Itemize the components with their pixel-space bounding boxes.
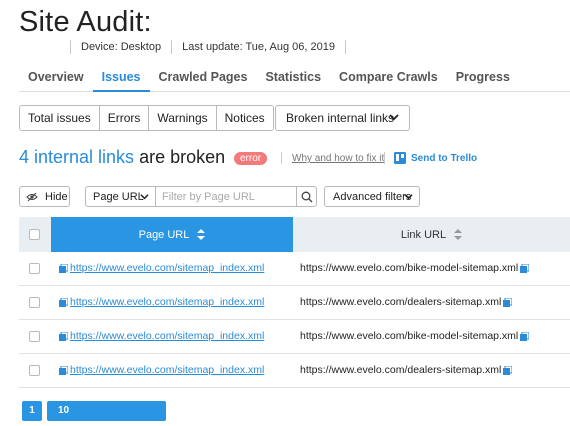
column-header-label: Page URL: [138, 228, 190, 241]
link-url-text: https://www.evelo.com/bike-model-sitemap…: [300, 330, 519, 342]
issue-headline: 4 internal links are broken: [19, 147, 225, 168]
device-label: Device: Desktop: [81, 41, 162, 53]
link-url-cell: https://www.evelo.com/dealers-sitemap.xm…: [300, 296, 513, 308]
external-link-icon[interactable]: [59, 331, 68, 341]
row-checkbox[interactable]: [29, 331, 40, 342]
tab-progress[interactable]: Progress: [447, 62, 519, 92]
last-update-label: Last update: Tue, Aug 06, 2019: [182, 41, 335, 53]
sort-icon: [454, 229, 463, 240]
search-icon: [301, 191, 313, 203]
page-url-link[interactable]: https://www.evelo.com/sitemap_index.xml: [70, 330, 264, 342]
page-url-link[interactable]: https://www.evelo.com/sitemap_index.xml: [70, 262, 264, 274]
advanced-filters-dropdown[interactable]: Advanced filters: [324, 186, 420, 207]
chevron-down-icon: [140, 194, 149, 200]
field-select-value: Page URL: [93, 190, 144, 203]
divider: [345, 40, 346, 54]
select-all-cell: [19, 217, 51, 252]
tab-bar: Overview Issues Crawled Pages Statistics…: [19, 62, 570, 92]
link-url-text: https://www.evelo.com/dealers-sitemap.xm…: [300, 296, 502, 308]
page-url-cell: https://www.evelo.com/sitemap_index.xml: [59, 296, 264, 308]
page-number-button[interactable]: 1: [22, 401, 42, 421]
total-issues-button[interactable]: Total issues: [20, 106, 100, 130]
why-fix-link[interactable]: Why and how to fix it: [292, 153, 384, 164]
errors-button[interactable]: Errors: [99, 106, 150, 130]
column-header-link-url[interactable]: Link URL: [293, 217, 570, 252]
trello-icon[interactable]: [394, 152, 406, 164]
tab-issues[interactable]: Issues: [92, 62, 150, 92]
tab-overview[interactable]: Overview: [19, 62, 93, 92]
per-page-select[interactable]: 10: [47, 401, 166, 421]
tab-crawled-pages[interactable]: Crawled Pages: [150, 62, 257, 92]
filter-input[interactable]: [155, 186, 297, 207]
select-all-checkbox[interactable]: [29, 229, 40, 240]
external-link-icon[interactable]: [520, 331, 530, 341]
issue-count-link[interactable]: 4 internal links: [19, 147, 134, 167]
link-url-text: https://www.evelo.com/bike-model-sitemap…: [300, 262, 519, 274]
link-url-cell: https://www.evelo.com/bike-model-sitemap…: [300, 262, 530, 274]
chevron-down-icon: [404, 194, 413, 200]
row-checkbox[interactable]: [29, 263, 40, 274]
hide-button[interactable]: Hide: [19, 186, 70, 207]
external-link-icon[interactable]: [59, 263, 68, 273]
page-url-link[interactable]: https://www.evelo.com/sitemap_index.xml: [70, 364, 264, 376]
audit-meta: Device: Desktop Last update: Tue, Aug 06…: [70, 39, 346, 55]
issue-headline-text: are broken: [134, 147, 226, 167]
sort-icon: [197, 229, 206, 240]
external-link-icon[interactable]: [520, 263, 530, 273]
external-link-icon[interactable]: [59, 365, 68, 375]
issue-select[interactable]: Broken internal links: [275, 105, 410, 131]
search-button[interactable]: [296, 186, 317, 207]
page-url-link[interactable]: https://www.evelo.com/sitemap_index.xml: [70, 296, 264, 308]
status-badge: error: [234, 152, 268, 165]
tab-compare-crawls[interactable]: Compare Crawls: [330, 62, 447, 92]
table-row: https://www.evelo.com/sitemap_index.xml …: [19, 286, 570, 320]
link-url-cell: https://www.evelo.com/dealers-sitemap.xm…: [300, 364, 513, 376]
divider: [281, 152, 282, 164]
advanced-filters-label: Advanced filters: [333, 190, 412, 203]
external-link-icon[interactable]: [59, 297, 68, 307]
column-header-label: Link URL: [400, 228, 447, 241]
page-url-cell: https://www.evelo.com/sitemap_index.xml: [59, 262, 264, 274]
field-select[interactable]: Page URL: [85, 186, 156, 207]
page-url-cell: https://www.evelo.com/sitemap_index.xml: [59, 330, 264, 342]
external-link-icon[interactable]: [503, 365, 513, 375]
page-url-cell: https://www.evelo.com/sitemap_index.xml: [59, 364, 264, 376]
warnings-button[interactable]: Warnings: [149, 106, 217, 130]
eye-off-icon: [26, 192, 38, 201]
table-row: https://www.evelo.com/sitemap_index.xml …: [19, 354, 570, 388]
chevron-down-icon: [389, 114, 399, 121]
row-checkbox[interactable]: [29, 365, 40, 376]
tab-statistics[interactable]: Statistics: [256, 62, 330, 92]
link-url-cell: https://www.evelo.com/bike-model-sitemap…: [300, 330, 530, 342]
table-row: https://www.evelo.com/sitemap_index.xml …: [19, 320, 570, 354]
send-to-trello-link[interactable]: Send to Trello: [411, 153, 477, 164]
row-checkbox[interactable]: [29, 297, 40, 308]
notices-button[interactable]: Notices: [216, 106, 273, 130]
page-title: Site Audit:: [19, 6, 152, 38]
issue-select-value: Broken internal links: [286, 111, 395, 125]
table-header: Page URL Link URL: [19, 217, 570, 252]
column-header-page-url[interactable]: Page URL: [51, 217, 293, 252]
issue-type-filter: Total issues Errors Warnings Notices: [19, 105, 274, 131]
link-url-text: https://www.evelo.com/dealers-sitemap.xm…: [300, 364, 502, 376]
hide-button-label: Hide: [45, 190, 68, 203]
divider: [384, 152, 385, 164]
external-link-icon[interactable]: [503, 297, 513, 307]
table-row: https://www.evelo.com/sitemap_index.xml …: [19, 252, 570, 286]
